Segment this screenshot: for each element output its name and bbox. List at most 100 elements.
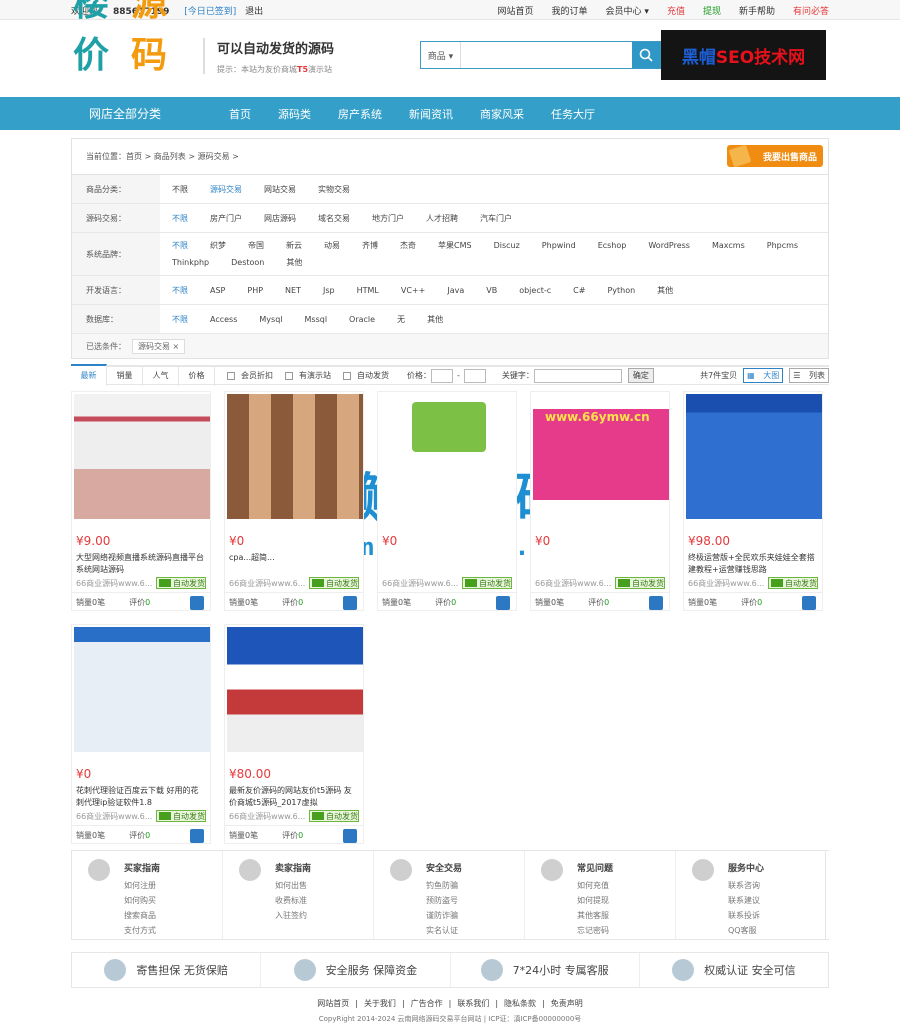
view-list-button[interactable]: ☰ 列表: [789, 368, 829, 383]
top-link-0[interactable]: 网站首页: [498, 4, 534, 17]
help-link[interactable]: 搜索商品: [124, 908, 222, 923]
help-link[interactable]: 如何购买: [124, 893, 222, 908]
product-title[interactable]: [382, 552, 512, 576]
top-link-6[interactable]: 有问必答: [793, 4, 829, 17]
product-card[interactable]: www.66ymw.cn ¥0 66商业源码www.6... 自动发货 销量0笔 评价0: [530, 391, 670, 611]
help-link[interactable]: QQ客服: [728, 923, 825, 938]
help-link[interactable]: 其他客服: [577, 908, 675, 923]
filter-option[interactable]: Maxcms: [712, 241, 745, 250]
help-link[interactable]: 联系建议: [728, 893, 825, 908]
product-image[interactable]: [227, 627, 363, 752]
help-link[interactable]: 如何出售: [275, 878, 373, 893]
qq-contact-icon[interactable]: [496, 596, 510, 610]
search-type-select[interactable]: 商品 ▾: [421, 42, 461, 68]
site-logo[interactable]: 楼价 源码: [73, 0, 189, 78]
product-image[interactable]: [380, 394, 516, 519]
product-title[interactable]: 终极运营版+全民欢乐夹娃娃全套搭建教程+运营赚钱思路: [688, 552, 818, 576]
footer-link[interactable]: 关于我们: [364, 999, 396, 1008]
filter-checkbox-1[interactable]: 有演示站: [285, 370, 331, 381]
filter-option[interactable]: Discuz: [494, 241, 520, 250]
product-card[interactable]: ¥0 花刺代理验证百度云下载 好用的花刺代理ip验证软件1.8 66商业源码www.…: [71, 624, 211, 844]
filter-option[interactable]: Ecshop: [598, 241, 627, 250]
footer-link[interactable]: 联系我们: [457, 999, 489, 1008]
help-link[interactable]: 如何注册: [124, 878, 222, 893]
product-shop[interactable]: 66商业源码www.6...: [382, 578, 458, 589]
filter-checkbox-0[interactable]: 会员折扣: [227, 370, 273, 381]
sort-tab-2[interactable]: 人气: [143, 365, 179, 386]
product-card[interactable]: ¥80.00 最新友价源码的网站友价t5源码 友价商城t5源码_2017虚拟 66商…: [224, 624, 364, 844]
filter-option[interactable]: 苹果CMS: [438, 240, 472, 251]
help-link[interactable]: 入驻签约: [275, 908, 373, 923]
filter-option[interactable]: ASP: [210, 286, 225, 295]
filter-option[interactable]: Thinkphp: [172, 258, 209, 267]
price-max-input[interactable]: [463, 368, 486, 383]
filter-option[interactable]: 不限: [172, 240, 188, 251]
qq-contact-icon[interactable]: [190, 829, 204, 843]
logout-link[interactable]: 退出: [245, 7, 263, 17]
product-shop[interactable]: 66商业源码www.6...: [535, 578, 611, 589]
filter-option[interactable]: C#: [573, 286, 585, 295]
help-link[interactable]: 忘记密码: [577, 923, 675, 938]
sort-tab-0[interactable]: 最新: [71, 363, 107, 386]
filter-option[interactable]: 其他: [657, 285, 673, 296]
filter-ok-button[interactable]: 确定: [627, 368, 654, 383]
view-grid-button[interactable]: ▦ 大图: [743, 368, 784, 383]
top-link-1[interactable]: 我的订单: [552, 4, 588, 17]
sell-goods-button[interactable]: 我要出售商品: [727, 144, 823, 168]
filter-option[interactable]: Access: [210, 315, 237, 324]
filter-option[interactable]: 实物交易: [318, 184, 350, 195]
top-link-3[interactable]: 充值: [667, 4, 685, 17]
product-image[interactable]: [227, 394, 363, 519]
footer-link[interactable]: 隐私条款: [504, 999, 536, 1008]
product-shop[interactable]: 66商业源码www.6...: [229, 811, 305, 822]
filter-option[interactable]: 汽车门户: [480, 213, 512, 224]
help-link[interactable]: 如何充值: [577, 878, 675, 893]
filter-option[interactable]: Oracle: [349, 315, 375, 324]
filter-option[interactable]: Jsp: [323, 286, 335, 295]
nav-item-1[interactable]: 源码类: [278, 106, 311, 122]
product-title[interactable]: cpa...超简...: [229, 552, 359, 576]
qq-contact-icon[interactable]: [190, 596, 204, 610]
filter-option[interactable]: 齐博: [362, 240, 378, 251]
filter-option[interactable]: 其他: [427, 314, 443, 325]
qq-contact-icon[interactable]: [649, 596, 663, 610]
product-card[interactable]: ¥9.00 大型网络视频直播系统源码直播平台系统网站源码 66商业源码www.6..…: [71, 391, 211, 611]
product-shop[interactable]: 66商业源码www.6...: [688, 578, 764, 589]
top-link-4[interactable]: 提现: [703, 4, 721, 17]
filter-option[interactable]: NET: [285, 286, 301, 295]
filter-option[interactable]: object-c: [519, 286, 551, 295]
product-image[interactable]: [686, 394, 822, 519]
nav-item-4[interactable]: 商家风采: [480, 106, 524, 122]
filter-option[interactable]: 无: [397, 314, 405, 325]
filter-option[interactable]: Phpwind: [542, 241, 576, 250]
filter-option[interactable]: 新云: [286, 240, 302, 251]
filter-checkbox-2[interactable]: 自动发货: [343, 370, 389, 381]
product-shop[interactable]: 66商业源码www.6...: [229, 578, 305, 589]
sort-tab-1[interactable]: 销量: [107, 365, 143, 386]
filter-option[interactable]: 不限: [172, 285, 188, 296]
help-link[interactable]: 支付方式: [124, 923, 222, 938]
filter-option[interactable]: 帝国: [248, 240, 264, 251]
help-link[interactable]: 谨防诈骗: [426, 908, 524, 923]
filter-option[interactable]: Mysql: [259, 315, 282, 324]
filter-option[interactable]: 源码交易: [210, 184, 242, 195]
product-title[interactable]: 花刺代理验证百度云下载 好用的花刺代理ip验证软件1.8: [76, 785, 206, 809]
filter-option[interactable]: PHP: [247, 286, 263, 295]
filter-option[interactable]: Phpcms: [767, 241, 798, 250]
help-link[interactable]: 联系投诉: [728, 908, 825, 923]
product-shop[interactable]: 66商业源码www.6...: [76, 811, 152, 822]
checkbox-icon[interactable]: [227, 371, 235, 380]
qq-contact-icon[interactable]: [343, 829, 357, 843]
filter-option[interactable]: HTML: [357, 286, 379, 295]
product-image[interactable]: [74, 627, 210, 752]
filter-option[interactable]: 网店源码: [264, 213, 296, 224]
filter-option[interactable]: 房产门户: [210, 213, 242, 224]
help-link[interactable]: 收费标准: [275, 893, 373, 908]
search-input[interactable]: [461, 42, 632, 68]
keyword-input[interactable]: [533, 368, 622, 383]
nav-item-3[interactable]: 新闻资讯: [409, 106, 453, 122]
search-button[interactable]: [632, 42, 660, 68]
all-categories-menu[interactable]: 网店全部分类: [71, 105, 201, 122]
nav-item-2[interactable]: 房产系统: [338, 106, 382, 122]
filter-option[interactable]: 地方门户: [372, 213, 404, 224]
